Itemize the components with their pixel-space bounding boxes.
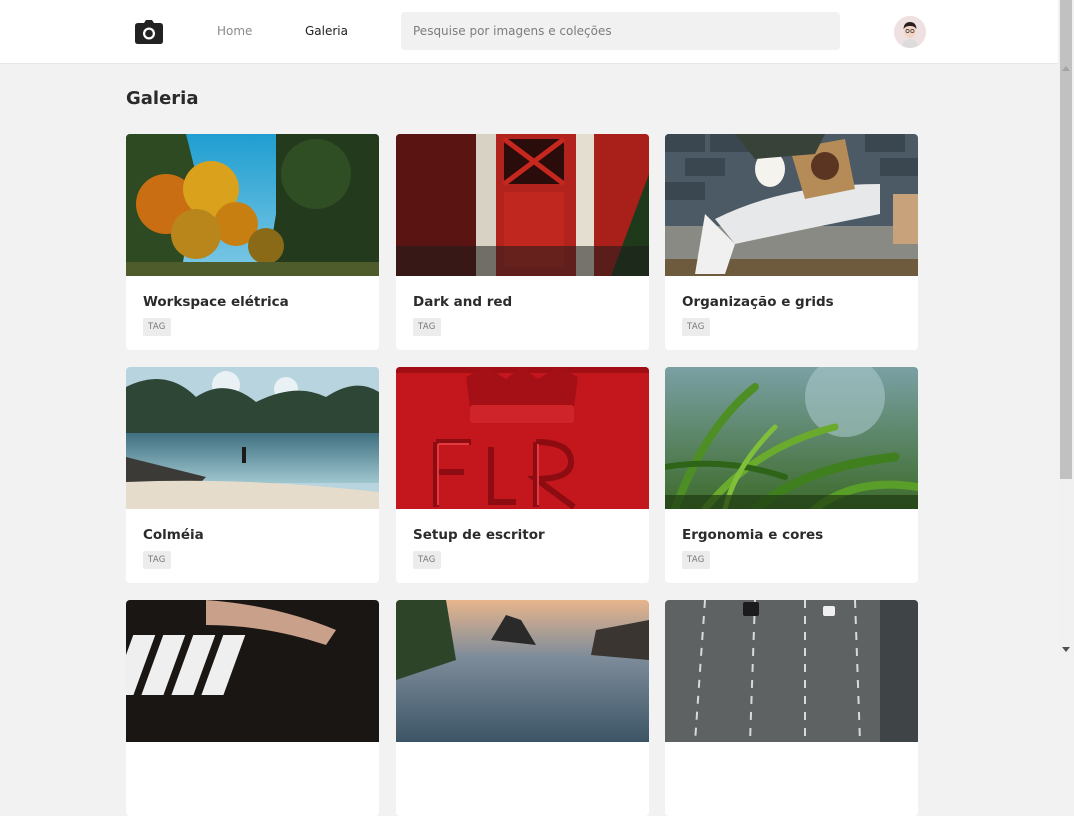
nav-home-link[interactable]: Home	[217, 24, 252, 38]
tag-badge[interactable]: TAG	[143, 318, 171, 336]
gallery-card[interactable]: Organização e grids TAG	[665, 134, 918, 350]
card-title: Dark and red	[413, 294, 513, 310]
card-title: Organização e grids	[682, 294, 834, 310]
user-avatar-image	[894, 16, 926, 48]
tag-badge[interactable]: TAG	[143, 551, 171, 569]
tag-badge[interactable]: TAG	[682, 318, 710, 336]
card-title: Ergonomia e cores	[682, 527, 824, 543]
sunset-rocks-image	[396, 600, 649, 742]
red-postbox-image	[396, 367, 649, 509]
top-navigation-bar: Home Galeria	[0, 0, 1058, 64]
nav-galeria-link[interactable]: Galeria	[305, 24, 348, 38]
scrollbar-thumb[interactable]	[1060, 0, 1072, 479]
page-title: Galeria	[126, 88, 199, 109]
camera-icon[interactable]	[135, 20, 163, 44]
gallery-card[interactable]	[396, 600, 649, 816]
beach-mountains-image	[126, 367, 379, 509]
card-title: Workspace elétrica	[143, 294, 289, 310]
highway-aerial-image	[665, 600, 918, 742]
gallery-card[interactable]	[126, 600, 379, 816]
gallery-card[interactable]: Workspace elétrica TAG	[126, 134, 379, 350]
card-title: Colméia	[143, 527, 204, 543]
gallery-card[interactable]: Setup de escritor TAG	[396, 367, 649, 583]
gallery-card[interactable]: Ergonomia e cores TAG	[665, 367, 918, 583]
search-input[interactable]	[401, 12, 840, 50]
tag-badge[interactable]: TAG	[413, 318, 441, 336]
avatar[interactable]	[894, 16, 926, 48]
grass-closeup-image	[665, 367, 918, 509]
gallery-card[interactable]: Dark and red TAG	[396, 134, 649, 350]
tag-badge[interactable]: TAG	[413, 551, 441, 569]
gallery-card[interactable]: Colméia TAG	[126, 367, 379, 583]
person-coffee-image	[665, 134, 918, 276]
card-title: Setup de escritor	[413, 527, 545, 543]
red-barn-door-image	[396, 134, 649, 276]
autumn-trees-image	[126, 134, 379, 276]
tag-badge[interactable]: TAG	[682, 551, 710, 569]
search-bar	[401, 12, 840, 50]
scroll-up-arrow-icon[interactable]	[1062, 66, 1070, 71]
scroll-down-arrow-icon[interactable]	[1062, 647, 1070, 652]
gallery-card[interactable]	[665, 600, 918, 816]
page-scrollbar[interactable]	[1058, 0, 1074, 658]
piano-keys-image	[126, 600, 379, 742]
